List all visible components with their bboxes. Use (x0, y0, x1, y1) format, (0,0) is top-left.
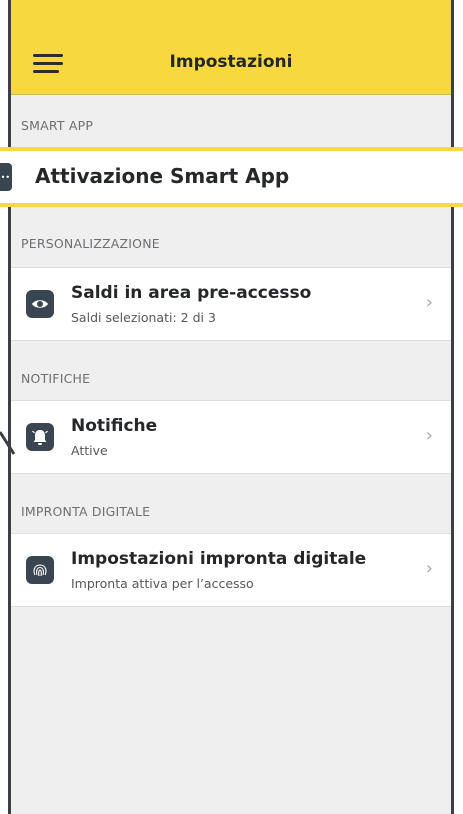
notifiche-row[interactable]: Notifiche Attive › (11, 400, 451, 474)
fingerprint-icon (26, 556, 54, 584)
saldi-pre-accesso-row[interactable]: Saldi in area pre-accesso Saldi selezion… (11, 267, 451, 341)
chevron-right-icon: › (425, 425, 433, 446)
page-title: Impostazioni (169, 52, 293, 72)
row-title: Impostazioni impronta digitale (71, 549, 367, 569)
bell-icon (26, 423, 54, 451)
callout-pointer (0, 431, 16, 455)
row-subtitle: Attive (71, 443, 108, 458)
chat-icon: ••• (0, 163, 12, 191)
section-label-impronta: IMPRONTA DIGITALE (21, 504, 151, 519)
attivazione-smart-app-row[interactable]: ••• Attivazione Smart App (0, 147, 463, 207)
chevron-right-icon: › (425, 292, 433, 313)
section-label-smart-app: SMART APP (21, 118, 94, 133)
impronta-digitale-row[interactable]: Impostazioni impronta digitale Impronta … (11, 533, 451, 607)
chevron-right-icon: › (425, 558, 433, 579)
app-header: Impostazioni (11, 0, 451, 95)
row-subtitle: Saldi selezionati: 2 di 3 (71, 310, 216, 325)
section-label-notifiche: NOTIFICHE (21, 371, 91, 386)
phone-screen: Impostazioni SMART APP PERSONALIZZAZIONE… (8, 0, 454, 814)
row-title: Notifiche (71, 416, 158, 436)
row-title: Saldi in area pre-accesso (71, 283, 312, 303)
row-subtitle: Impronta attiva per l’accesso (71, 576, 254, 591)
section-label-personalizzazione: PERSONALIZZAZIONE (21, 236, 160, 251)
highlight-title: Attivazione Smart App (35, 164, 290, 188)
eye-icon (26, 290, 54, 318)
